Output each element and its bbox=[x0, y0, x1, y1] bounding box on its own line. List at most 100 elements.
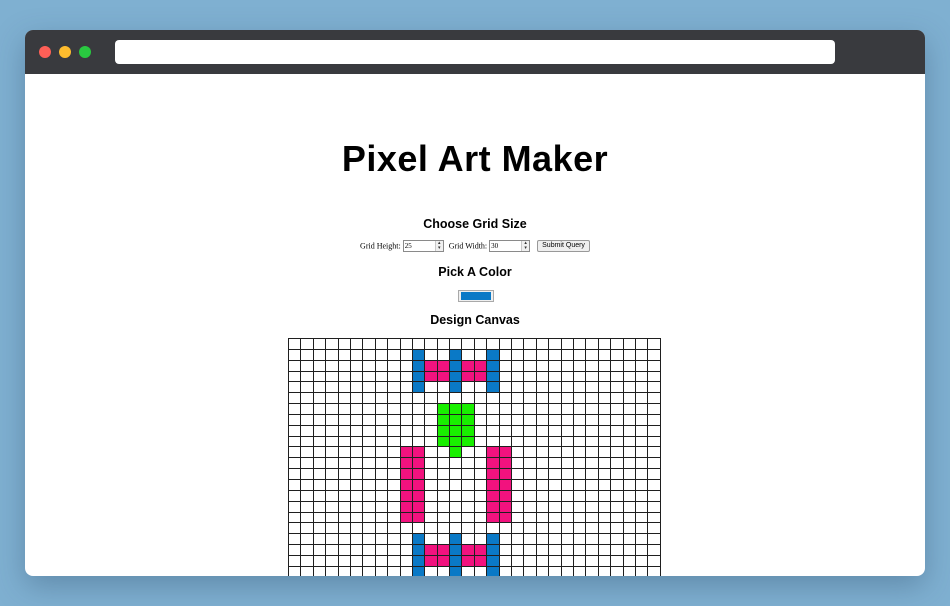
canvas-cell[interactable] bbox=[585, 446, 599, 459]
canvas-cell[interactable] bbox=[622, 544, 636, 556]
canvas-cell[interactable] bbox=[300, 392, 314, 405]
canvas-cell[interactable] bbox=[436, 489, 451, 502]
canvas-cell[interactable] bbox=[610, 478, 624, 491]
canvas-cell[interactable] bbox=[597, 446, 612, 459]
canvas-cell[interactable] bbox=[610, 446, 624, 459]
canvas-cell[interactable] bbox=[436, 565, 451, 576]
canvas-cell[interactable] bbox=[622, 522, 636, 535]
canvas-cell[interactable] bbox=[647, 554, 661, 567]
canvas-cell[interactable] bbox=[325, 457, 339, 470]
canvas-cell[interactable] bbox=[535, 489, 550, 502]
canvas-cell[interactable] bbox=[411, 370, 426, 383]
canvas-cell[interactable] bbox=[399, 370, 413, 383]
canvas-cell[interactable] bbox=[337, 392, 351, 405]
canvas-cell[interactable] bbox=[325, 468, 339, 480]
canvas-cell[interactable] bbox=[511, 338, 525, 350]
canvas-cell[interactable] bbox=[498, 381, 513, 394]
canvas-cell[interactable] bbox=[387, 565, 401, 576]
canvas-cell[interactable] bbox=[424, 565, 438, 576]
canvas-cell[interactable] bbox=[436, 554, 451, 567]
grid-width-input[interactable]: 30 ▴ ▾ bbox=[489, 240, 531, 252]
canvas-cell[interactable] bbox=[436, 359, 451, 372]
canvas-cell[interactable] bbox=[585, 424, 599, 437]
canvas-cell[interactable] bbox=[424, 457, 438, 470]
canvas-cell[interactable] bbox=[287, 370, 302, 383]
canvas-cell[interactable] bbox=[597, 413, 612, 426]
canvas-cell[interactable] bbox=[511, 381, 525, 394]
canvas-cell[interactable] bbox=[349, 544, 364, 556]
canvas-cell[interactable] bbox=[411, 522, 426, 535]
canvas-cell[interactable] bbox=[387, 392, 401, 405]
canvas-cell[interactable] bbox=[498, 424, 513, 437]
canvas-cell[interactable] bbox=[597, 565, 612, 576]
canvas-cell[interactable] bbox=[572, 424, 587, 437]
canvas-cell[interactable] bbox=[535, 533, 550, 546]
canvas-cell[interactable] bbox=[349, 446, 364, 459]
canvas-cell[interactable] bbox=[411, 565, 426, 576]
canvas-cell[interactable] bbox=[411, 478, 426, 491]
canvas-cell[interactable] bbox=[473, 500, 488, 513]
canvas-cell[interactable] bbox=[610, 500, 624, 513]
canvas-cell[interactable] bbox=[634, 392, 649, 405]
canvas-cell[interactable] bbox=[647, 359, 661, 372]
canvas-cell[interactable] bbox=[634, 457, 649, 470]
canvas-cell[interactable] bbox=[523, 511, 537, 524]
canvas-cell[interactable] bbox=[647, 544, 661, 556]
canvas-cell[interactable] bbox=[449, 468, 463, 480]
canvas-cell[interactable] bbox=[300, 370, 314, 383]
canvas-cell[interactable] bbox=[436, 392, 451, 405]
canvas-cell[interactable] bbox=[349, 522, 364, 535]
canvas-cell[interactable] bbox=[511, 359, 525, 372]
canvas-cell[interactable] bbox=[387, 359, 401, 372]
canvas-cell[interactable] bbox=[349, 392, 364, 405]
canvas-cell[interactable] bbox=[449, 348, 463, 361]
canvas-cell[interactable] bbox=[535, 435, 550, 448]
canvas-cell[interactable] bbox=[572, 554, 587, 567]
canvas-cell[interactable] bbox=[362, 348, 376, 361]
canvas-cell[interactable] bbox=[287, 338, 302, 350]
canvas-cell[interactable] bbox=[411, 500, 426, 513]
canvas-cell[interactable] bbox=[610, 370, 624, 383]
canvas-cell[interactable] bbox=[325, 392, 339, 405]
canvas-cell[interactable] bbox=[548, 359, 562, 372]
canvas-cell[interactable] bbox=[535, 413, 550, 426]
canvas-cell[interactable] bbox=[560, 500, 575, 513]
canvas-cell[interactable] bbox=[585, 359, 599, 372]
canvas-cell[interactable] bbox=[560, 446, 575, 459]
canvas-cell[interactable] bbox=[411, 359, 426, 372]
canvas-cell[interactable] bbox=[473, 359, 488, 372]
canvas-cell[interactable] bbox=[325, 554, 339, 567]
canvas-cell[interactable] bbox=[300, 457, 314, 470]
canvas-cell[interactable] bbox=[473, 348, 488, 361]
canvas-cell[interactable] bbox=[300, 544, 314, 556]
canvas-cell[interactable] bbox=[634, 413, 649, 426]
canvas-cell[interactable] bbox=[411, 457, 426, 470]
canvas-cell[interactable] bbox=[498, 533, 513, 546]
canvas-cell[interactable] bbox=[622, 359, 636, 372]
canvas-cell[interactable] bbox=[312, 522, 327, 535]
canvas-cell[interactable] bbox=[399, 533, 413, 546]
canvas-cell[interactable] bbox=[473, 533, 488, 546]
canvas-cell[interactable] bbox=[523, 544, 537, 556]
canvas-cell[interactable] bbox=[449, 403, 463, 415]
canvas-cell[interactable] bbox=[572, 511, 587, 524]
canvas-cell[interactable] bbox=[424, 544, 438, 556]
canvas-cell[interactable] bbox=[461, 403, 475, 415]
canvas-cell[interactable] bbox=[548, 424, 562, 437]
canvas-cell[interactable] bbox=[523, 424, 537, 437]
canvas-cell[interactable] bbox=[486, 348, 500, 361]
canvas-cell[interactable] bbox=[461, 565, 475, 576]
canvas-cell[interactable] bbox=[287, 435, 302, 448]
canvas-cell[interactable] bbox=[362, 565, 376, 576]
canvas-cell[interactable] bbox=[572, 446, 587, 459]
canvas-cell[interactable] bbox=[548, 544, 562, 556]
canvas-cell[interactable] bbox=[597, 511, 612, 524]
canvas-cell[interactable] bbox=[325, 500, 339, 513]
canvas-cell[interactable] bbox=[622, 511, 636, 524]
canvas-cell[interactable] bbox=[436, 338, 451, 350]
canvas-cell[interactable] bbox=[486, 500, 500, 513]
canvas-cell[interactable] bbox=[337, 522, 351, 535]
canvas-cell[interactable] bbox=[300, 478, 314, 491]
canvas-cell[interactable] bbox=[572, 468, 587, 480]
canvas-cell[interactable] bbox=[634, 468, 649, 480]
